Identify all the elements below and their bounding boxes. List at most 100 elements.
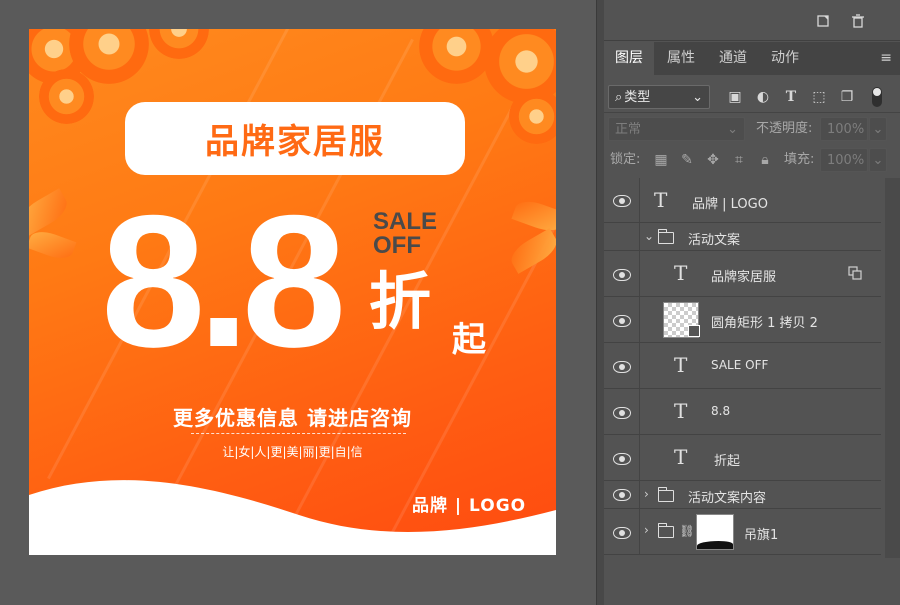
brand-title-pill: 品牌家居服 — [125, 102, 465, 175]
chevron-right-icon[interactable]: › — [644, 487, 649, 501]
lock-label: 锁定: — [610, 152, 641, 167]
blend-row: 正常 ⌄ 不透明度: 100% ⌄ — [604, 115, 900, 145]
fill-label: 填充: — [784, 152, 815, 167]
search-icon: ⌕ — [615, 90, 623, 105]
blend-mode-select[interactable]: 正常 ⌄ — [608, 117, 745, 141]
logo-text: 品牌 | LOGO — [412, 496, 527, 516]
layer-item[interactable]: T 8.8 — [604, 389, 881, 435]
filter-type-icon[interactable]: T — [782, 85, 800, 109]
layer-name: 活动文案内容 — [688, 491, 767, 506]
folder-icon — [657, 523, 674, 538]
qi-text: 起 — [452, 320, 486, 360]
opacity-label: 不透明度: — [756, 121, 813, 136]
new-layer-icon[interactable] — [816, 14, 830, 28]
layer-item[interactable]: T 折起 — [604, 435, 881, 481]
mask-thumbnail — [696, 514, 734, 550]
text-layer-icon: T — [674, 399, 688, 423]
visibility-eye-icon[interactable] — [613, 453, 631, 465]
flower-decor — [149, 29, 209, 59]
visibility-eye-icon[interactable] — [613, 195, 631, 207]
text-layer-icon: T — [674, 445, 688, 469]
filter-shape-icon[interactable]: ⬚ — [810, 85, 828, 109]
artboard[interactable]: 品牌家居服 8.8 SALE OFF 折 起 更多优惠信息 请进店咨询 让|女|… — [29, 29, 556, 555]
opacity-input[interactable]: 100% — [820, 117, 868, 141]
leaf-decor — [29, 188, 73, 236]
panel-header-strip — [604, 0, 900, 41]
layer-name: 8.8 — [711, 404, 731, 418]
filter-kind-select[interactable]: ⌕ 类型 ⌄ — [608, 85, 710, 109]
lock-row: 锁定: ▦ ✎ ✥ ⌗ 🔒︎ 填充: 100% ⌄ — [604, 146, 900, 176]
layers-panel: 图层 属性 通道 动作 ≡ ⌕ 类型 ⌄ ▣ ◐ T ⬚ ❐ 正常 ⌄ 不透明度: 1… — [604, 0, 900, 605]
layers-scrollbar[interactable] — [885, 178, 900, 558]
link-icon — [848, 265, 862, 280]
discount-number: 8.8 — [101, 176, 346, 386]
visibility-eye-icon[interactable] — [613, 361, 631, 373]
layer-name: 折起 — [714, 454, 741, 469]
lock-artboard-icon[interactable]: ⌗ — [730, 148, 748, 172]
brand-title: 品牌家居服 — [205, 122, 385, 162]
layer-group-item[interactable]: ⌄ 活动文案 — [604, 223, 881, 251]
filter-toggle[interactable] — [872, 87, 882, 107]
filter-kind-value: 类型 — [624, 90, 651, 105]
filter-pixel-icon[interactable]: ▣ — [726, 85, 744, 109]
canvas-workspace[interactable]: 品牌家居服 8.8 SALE OFF 折 起 更多优惠信息 请进店咨询 让|女|… — [0, 0, 596, 605]
tab-properties[interactable]: 属性 — [656, 42, 706, 75]
flower-decor — [509, 89, 556, 144]
slogan-text: 让|女|人|更|美|丽|更|自|信 — [222, 445, 363, 459]
visibility-eye-icon[interactable] — [613, 527, 631, 539]
sale-text: SALE — [373, 208, 438, 235]
visibility-eye-icon[interactable] — [613, 315, 631, 327]
chevron-down-icon: ⌄ — [692, 90, 703, 105]
layer-name: 品牌家居服 — [711, 270, 777, 285]
visibility-eye-icon[interactable] — [613, 407, 631, 419]
tab-actions[interactable]: 动作 — [760, 42, 810, 75]
layer-group-item[interactable]: › 活动文案内容 — [604, 481, 881, 509]
lock-move-icon[interactable]: ✥ — [704, 148, 722, 172]
leaf-decor — [29, 226, 77, 264]
text-layer-icon: T — [654, 188, 668, 212]
visibility-eye-icon[interactable] — [613, 489, 631, 501]
text-layer-icon: T — [674, 261, 688, 285]
layer-name: 品牌 | LOGO — [692, 197, 768, 212]
folder-icon — [657, 229, 674, 244]
visibility-eye-icon[interactable] — [613, 269, 631, 281]
promo-text: 更多优惠信息 请进店咨询 — [173, 406, 412, 430]
tab-channels[interactable]: 通道 — [708, 42, 758, 75]
layer-item[interactable]: T 品牌 | LOGO — [604, 178, 881, 223]
fill-dropdown[interactable]: ⌄ — [869, 148, 887, 172]
filter-adjustment-icon[interactable]: ◐ — [754, 85, 772, 109]
link-chain-icon: ⛓︎ — [679, 524, 695, 538]
trash-icon[interactable] — [851, 14, 865, 28]
chevron-right-icon[interactable]: › — [644, 523, 649, 537]
layer-item[interactable]: 圆角矩形 1 拷贝 2 — [604, 297, 881, 343]
opacity-dropdown[interactable]: ⌄ — [869, 117, 887, 141]
off-text: OFF — [373, 232, 421, 259]
lock-transparent-icon[interactable]: ▦ — [652, 148, 670, 172]
blend-mode-value: 正常 — [615, 122, 642, 137]
flower-decor — [419, 29, 494, 84]
fill-input[interactable]: 100% — [820, 148, 868, 172]
dashed-divider — [191, 433, 406, 434]
layer-name: 圆角矩形 1 拷贝 2 — [711, 316, 818, 331]
flower-decor — [39, 69, 94, 124]
lock-paint-icon[interactable]: ✎ — [678, 148, 696, 172]
folder-icon — [657, 487, 674, 502]
layer-item[interactable]: T 品牌家居服 — [604, 251, 881, 297]
panel-menu-icon[interactable]: ≡ — [880, 42, 892, 75]
tab-layers[interactable]: 图层 — [604, 42, 654, 75]
layer-group-item[interactable]: › ⛓︎ 吊旗1 — [604, 509, 881, 555]
filter-smart-object-icon[interactable]: ❐ — [838, 85, 856, 109]
layer-name: SALE OFF — [711, 358, 769, 372]
filter-row: ⌕ 类型 ⌄ ▣ ◐ T ⬚ ❐ — [604, 83, 900, 113]
shape-badge-icon — [688, 325, 700, 337]
layer-name: 吊旗1 — [744, 528, 779, 543]
lock-all-icon[interactable]: 🔒︎ — [756, 148, 774, 172]
zhe-text: 折 — [369, 265, 432, 338]
layer-name: 活动文案 — [688, 233, 741, 248]
layer-item[interactable]: T SALE OFF — [604, 343, 881, 389]
sale-off-text: SALE OFF — [373, 210, 437, 258]
panel-tabs: 图层 属性 通道 动作 ≡ — [604, 42, 900, 75]
chevron-down-icon[interactable]: ⌄ — [644, 229, 654, 243]
chevron-down-icon: ⌄ — [727, 122, 738, 137]
text-layer-icon: T — [674, 353, 688, 377]
